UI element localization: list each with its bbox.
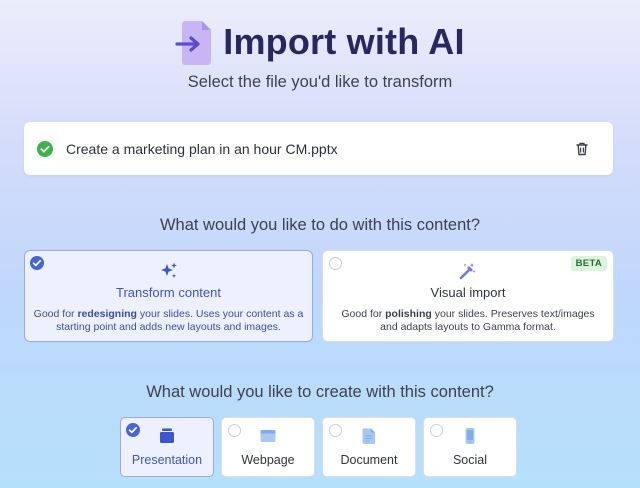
uploaded-file-card: Create a marketing plan in an hour CM.pp…	[24, 122, 613, 175]
radio-unselected[interactable]	[329, 424, 342, 437]
selected-check-icon	[30, 256, 44, 270]
radio-unselected[interactable]	[228, 424, 241, 437]
import-file-icon	[175, 21, 212, 65]
page-title: Import with AI	[223, 21, 465, 62]
social-phone-icon	[465, 428, 475, 444]
selected-check-icon	[126, 423, 140, 437]
trash-icon[interactable]	[574, 141, 590, 157]
header: Import with AI	[0, 14, 640, 70]
visual-import-option[interactable]: BETA Visual import Good for polishing yo…	[322, 250, 614, 342]
social-option[interactable]: Social	[423, 417, 517, 477]
webpage-option[interactable]: Webpage	[221, 417, 315, 477]
beta-badge: BETA	[570, 256, 607, 271]
document-icon	[362, 428, 375, 444]
page-subtitle: Select the file you'd like to transform	[187, 73, 453, 91]
document-label: Document	[340, 453, 398, 467]
check-circle-icon	[37, 140, 53, 157]
visual-import-description: Good for polishing your slides. Preserve…	[341, 308, 595, 333]
transform-content-description: Good for redesigning your slides. Uses y…	[33, 308, 304, 333]
radio-unselected[interactable]	[329, 257, 342, 270]
visual-import-title: Visual import	[430, 285, 506, 300]
presentation-option[interactable]: Presentation	[120, 417, 214, 477]
webpage-icon	[260, 430, 276, 442]
sparkles-icon	[161, 262, 177, 279]
radio-unselected[interactable]	[430, 424, 443, 437]
transform-content-option[interactable]: Transform content Good for redesigning y…	[24, 250, 313, 342]
presentation-icon	[160, 428, 174, 443]
presentation-label: Presentation	[131, 453, 203, 467]
webpage-label: Webpage	[241, 453, 295, 467]
transform-content-title: Transform content	[115, 285, 221, 300]
document-option[interactable]: Document	[322, 417, 416, 477]
transform-heading: What would you like to do with this cont…	[159, 216, 481, 234]
social-label: Social	[452, 453, 488, 467]
magic-wand-icon	[459, 263, 476, 280]
file-name: Create a marketing plan in an hour CM.pp…	[66, 140, 338, 157]
create-heading: What would you like to create with this …	[146, 383, 494, 401]
